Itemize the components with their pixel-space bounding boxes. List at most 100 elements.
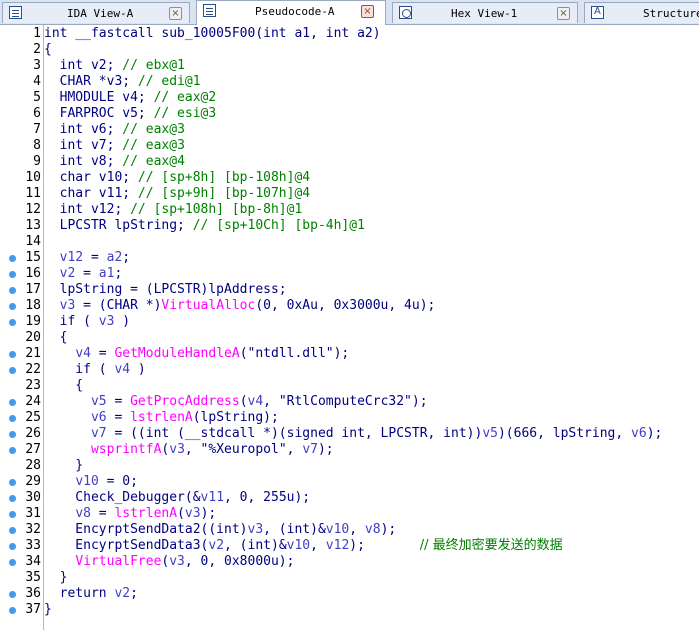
code-line[interactable]: 32 EncyrptSendData2((int)v3, (int)&v10, … xyxy=(0,522,699,538)
code-token: wsprintfA xyxy=(90,442,162,457)
code-token: , xyxy=(310,538,326,553)
breakpoint-dot-icon[interactable] xyxy=(9,351,16,358)
code-line[interactable]: 24 v5 = GetProcAddress(v4, "RtlComputeCr… xyxy=(0,394,699,410)
tab-ida-view[interactable]: IDA View-A × xyxy=(2,2,190,23)
code-line[interactable]: 26 v7 = ((int (__stdcall *)(signed int, … xyxy=(0,426,699,442)
code-line[interactable]: 15 v12 = a2; xyxy=(0,250,699,266)
code-token: int v12; xyxy=(44,202,131,217)
code-line[interactable]: 11 char v11; // [sp+9h] [bp-107h]@4 xyxy=(0,186,699,202)
pseudocode-editor[interactable]: 1 int __fastcall sub_10005F00(int a1, int… xyxy=(0,25,699,630)
code-text: EncyrptSendData2((int)v3, (int)&v10, v8)… xyxy=(44,522,396,538)
code-text: v6 = lstrlenA(lpString); xyxy=(44,410,279,426)
code-token: // [sp+108h] [bp-8h]@1 xyxy=(130,202,303,217)
tab-label: Pseudocode-A xyxy=(255,5,335,18)
code-token: = xyxy=(106,394,131,409)
line-number: 20 xyxy=(25,330,41,345)
code-line[interactable]: 13 LPCSTR lpString; // [sp+10Ch] [bp-4h]… xyxy=(0,218,699,234)
breakpoint-dot-icon[interactable] xyxy=(9,607,16,614)
code-token: // 最终加密要发送的数据 xyxy=(419,538,563,553)
code-text: v2 = a1; xyxy=(44,266,123,282)
code-token: v3 xyxy=(98,314,115,329)
code-line[interactable]: 33 EncyrptSendData3(v2, (int)&v10, v12);… xyxy=(0,538,699,554)
tab-pseudocode[interactable]: Pseudocode-A × xyxy=(196,0,386,25)
code-line[interactable]: 29 v10 = 0; xyxy=(0,474,699,490)
code-line[interactable]: 18 v3 = (CHAR *)VirtualAlloc(0, 0xAu, 0x… xyxy=(0,298,699,314)
breakpoint-dot-icon[interactable] xyxy=(9,319,16,326)
code-line[interactable]: 25 v6 = lstrlenA(lpString); xyxy=(0,410,699,426)
breakpoint-dot-icon[interactable] xyxy=(9,271,16,278)
code-line[interactable]: 37} xyxy=(0,602,699,618)
code-line[interactable]: 35 } xyxy=(0,570,699,586)
code-line[interactable]: 8 int v7; // eax@3 xyxy=(0,138,699,154)
breakpoint-dot-icon[interactable] xyxy=(9,527,16,534)
code-token: lpString = (LPCSTR)lpAddress; xyxy=(44,282,287,297)
code-line[interactable]: 36 return v2; xyxy=(0,586,699,602)
line-number: 2 xyxy=(33,42,41,57)
breakpoint-dot-icon[interactable] xyxy=(9,255,16,262)
code-line[interactable]: 12 int v12; // [sp+108h] [bp-8h]@1 xyxy=(0,202,699,218)
code-line[interactable]: 7 int v6; // eax@3 xyxy=(0,122,699,138)
code-token: // eax@3 xyxy=(122,122,185,137)
code-token: char v10; xyxy=(44,170,138,185)
breakpoint-dot-icon[interactable] xyxy=(9,303,16,310)
breakpoint-dot-icon[interactable] xyxy=(9,511,16,518)
code-token: // [sp+10Ch] [bp-4h]@1 xyxy=(192,218,365,233)
code-token: return xyxy=(44,586,115,601)
tab-label: Hex View-1 xyxy=(451,7,518,20)
code-token: = xyxy=(90,346,115,361)
code-line[interactable]: 23 { xyxy=(0,378,699,394)
breakpoint-dot-icon[interactable] xyxy=(9,495,16,502)
code-line[interactable]: 30 Check_Debugger(&v11, 0, 255u); xyxy=(0,490,699,506)
breakpoint-dot-icon[interactable] xyxy=(9,591,16,598)
breakpoint-dot-icon[interactable] xyxy=(9,447,16,454)
code-text: lpString = (LPCSTR)lpAddress; xyxy=(44,282,287,298)
code-line[interactable]: 16 v2 = a1; xyxy=(0,266,699,282)
breakpoint-dot-icon[interactable] xyxy=(9,367,16,374)
code-token: = 0; xyxy=(98,474,138,489)
code-line[interactable]: 6 FARPROC v5; // esi@3 xyxy=(0,106,699,122)
breakpoint-dot-icon[interactable] xyxy=(9,287,16,294)
code-token: { xyxy=(44,378,84,393)
line-number: 30 xyxy=(25,490,41,505)
tab-hex-view[interactable]: Hex View-1 × xyxy=(392,2,578,23)
code-line[interactable]: 17 lpString = (LPCSTR)lpAddress; xyxy=(0,282,699,298)
tab-structure[interactable]: Structure xyxy=(584,2,699,23)
line-number: 32 xyxy=(25,522,41,537)
code-token: } xyxy=(44,570,68,585)
code-token: ; xyxy=(130,586,138,601)
close-icon[interactable]: × xyxy=(557,7,570,20)
code-token: v5 xyxy=(482,426,498,441)
breakpoint-dot-icon[interactable] xyxy=(9,479,16,486)
code-line[interactable]: 19 if ( v3 ) xyxy=(0,314,699,330)
code-line[interactable]: 10 char v10; // [sp+8h] [bp-108h]@4 xyxy=(0,170,699,186)
breakpoint-dot-icon[interactable] xyxy=(9,431,16,438)
code-line[interactable]: 21 v4 = GetModuleHandleA("ntdll.dll"); xyxy=(0,346,699,362)
code-line[interactable]: 9 int v8; // eax@4 xyxy=(0,154,699,170)
code-token: v3 xyxy=(169,554,185,569)
code-line[interactable]: 4 CHAR *v3; // edi@1 xyxy=(0,74,699,90)
breakpoint-dot-icon[interactable] xyxy=(9,543,16,550)
code-line[interactable]: 22 if ( v4 ) xyxy=(0,362,699,378)
code-token: v7 xyxy=(302,442,318,457)
line-number: 34 xyxy=(25,554,41,569)
code-line[interactable]: 1 int __fastcall sub_10005F00(int a1, int… xyxy=(0,26,699,42)
code-line[interactable]: 5 HMODULE v4; // eax@2 xyxy=(0,90,699,106)
breakpoint-dot-icon[interactable] xyxy=(9,559,16,566)
code-line[interactable]: 28 } xyxy=(0,458,699,474)
code-line[interactable]: 27 wsprintfA(v3, "%Xeuropol", v7); xyxy=(0,442,699,458)
code-token: = xyxy=(75,266,99,281)
line-number: 15 xyxy=(25,250,41,265)
code-line[interactable]: 34 VirtualFree(v3, 0, 0x8000u); xyxy=(0,554,699,570)
breakpoint-dot-icon[interactable] xyxy=(9,399,16,406)
close-icon[interactable]: × xyxy=(361,5,374,18)
code-token: { xyxy=(44,330,68,345)
code-line[interactable]: 31 v8 = lstrlenA(v3); xyxy=(0,506,699,522)
code-line[interactable]: 3 int v2; // ebx@1 xyxy=(0,58,699,74)
breakpoint-dot-icon[interactable] xyxy=(9,415,16,422)
close-icon[interactable]: × xyxy=(169,7,182,20)
code-line[interactable]: 14 xyxy=(0,234,699,250)
code-line[interactable]: 2{ xyxy=(0,42,699,58)
code-line[interactable]: 20 { xyxy=(0,330,699,346)
